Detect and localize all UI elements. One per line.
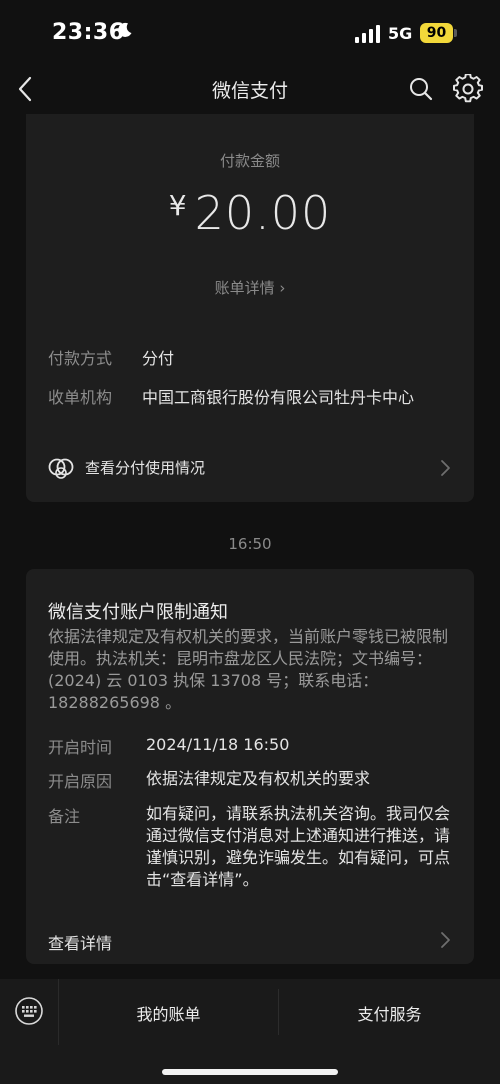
open-time-label: 开启时间	[48, 738, 113, 757]
message-timestamp: 16:50	[228, 535, 272, 553]
open-reason-label: 开启原因	[48, 772, 113, 791]
keyboard-icon[interactable]	[14, 996, 44, 1026]
chevron-right-icon	[441, 460, 450, 476]
battery-indicator: 90	[420, 23, 453, 43]
nav-bar: 微信支付	[0, 64, 500, 114]
acquirer-value: 中国工商银行股份有限公司牡丹卡中心	[142, 388, 415, 407]
tab-payment-services[interactable]: 支付服务	[279, 1001, 500, 1025]
usage-row[interactable]: 查看分付使用情况	[26, 442, 474, 494]
amount-value: 20.00	[194, 186, 332, 240]
notice-card: 微信支付账户限制通知 依据法律规定及有权机关的要求，当前账户零钱已被限制使用。执…	[26, 569, 474, 964]
view-details-row[interactable]: 查看详情	[26, 919, 474, 959]
search-icon[interactable]	[408, 76, 434, 102]
status-bar: 23:36 5G 90	[0, 0, 500, 64]
open-time-value: 2024/11/18 16:50	[146, 735, 290, 754]
signal-icon	[355, 25, 380, 43]
home-indicator[interactable]	[162, 1069, 338, 1075]
network-type: 5G	[388, 24, 413, 43]
usage-label: 查看分付使用情况	[85, 459, 206, 477]
amount-label: 付款金额	[219, 152, 280, 170]
status-time: 23:36	[52, 20, 125, 45]
open-reason-value: 依据法律规定及有权机关的要求	[146, 769, 371, 788]
installment-icon	[48, 458, 74, 479]
remark-label: 备注	[48, 807, 81, 826]
chevron-right-icon	[441, 932, 450, 948]
moon-icon	[118, 22, 132, 37]
view-details-label: 查看详情	[48, 934, 113, 953]
tab-my-bills[interactable]: 我的账单	[59, 1001, 278, 1025]
notice-body: 依据法律规定及有权机关的要求，当前账户零钱已被限制使用。执法机关：昆明市盘龙区人…	[48, 627, 449, 712]
payment-method-label: 付款方式	[48, 349, 113, 368]
bill-detail-link[interactable]: 账单详情 ›	[26, 277, 474, 298]
gear-icon[interactable]	[453, 74, 483, 104]
currency-symbol: ¥	[168, 189, 187, 222]
payment-amount: ¥20.00	[26, 186, 474, 240]
payment-method-value: 分付	[142, 349, 175, 368]
battery-tip	[454, 29, 457, 37]
notice-title: 微信支付账户限制通知	[48, 602, 228, 623]
acquirer-label: 收单机构	[48, 388, 113, 407]
remark-value: 如有疑问，请联系执法机关咨询。我司仅会通过微信支付消息对上述通知进行推送，请谨慎…	[146, 804, 451, 889]
bottom-bar: 我的账单 支付服务	[0, 979, 500, 1084]
payment-card: 付款金额 ¥20.00 账单详情 › 付款方式 分付 收单机构 中国工商银行股份…	[26, 114, 474, 502]
